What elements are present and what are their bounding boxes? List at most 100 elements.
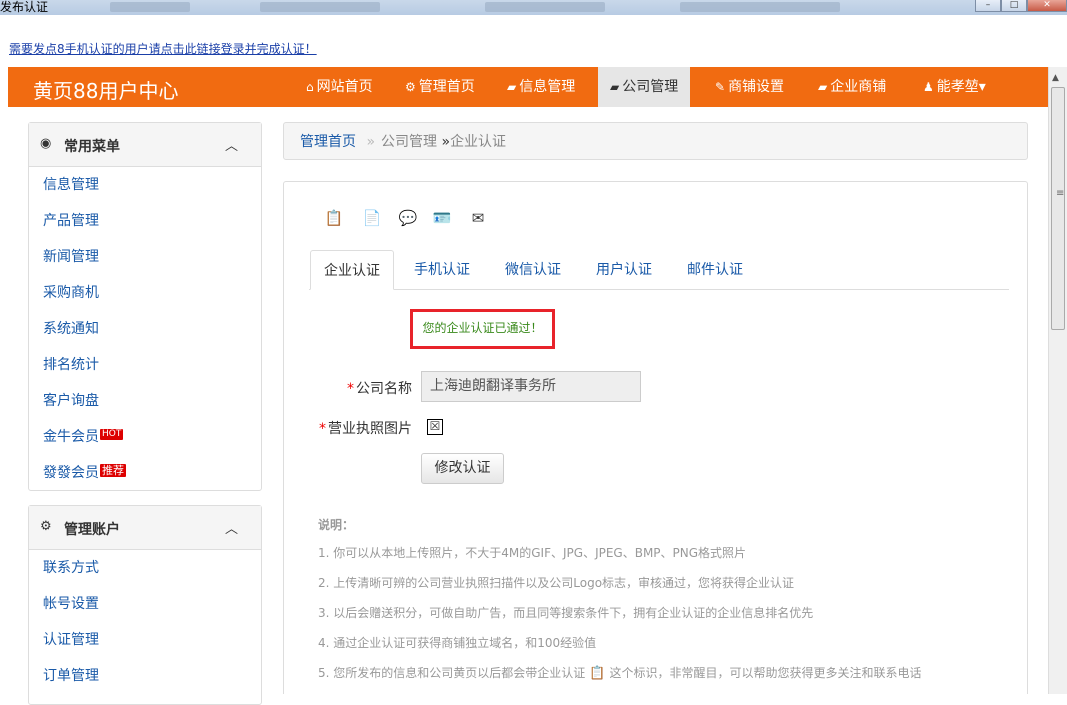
titlebar-blur	[485, 2, 605, 12]
sidebar-item-contact[interactable]: 联系方式	[29, 550, 261, 586]
wechat-cert-icon[interactable]: 💬	[396, 209, 420, 229]
sidebar-item-orders[interactable]: 订单管理	[29, 658, 261, 694]
sidebar-item-product-manage[interactable]: 产品管理	[29, 203, 261, 239]
tab-phone-cert[interactable]: 手机认证	[401, 250, 483, 290]
nav-admin-home[interactable]: ⚙ 管理首页	[405, 67, 475, 107]
note-item: 2. 上传清晰可辨的公司营业执照扫描件以及公司Logo标志，审核通过，您将获得企…	[318, 576, 795, 590]
note-text: 5. 您所发布的信息和公司黄页以后都会带企业认证	[318, 666, 586, 680]
nav-label: 信息管理	[519, 79, 576, 95]
window-titlebar: 发布认证 – □ ✕	[0, 0, 1067, 15]
breadcrumb-home[interactable]: 管理首页	[300, 134, 356, 150]
note-item: 1. 你可以从本地上传照片，不大于4M的GIF、JPG、JPEG、BMP、PNG…	[318, 546, 747, 560]
brand-title[interactable]: 黄页88用户中心	[33, 75, 178, 104]
nav-user-menu[interactable]: ♟ 能孝堃▾	[923, 67, 986, 107]
note-item: 4. 通过企业认证可获得商铺独立域名，和100经验值	[318, 636, 597, 650]
scrollbar-thumb[interactable]: ≡	[1051, 87, 1065, 330]
grip-icon: ≡	[1056, 188, 1065, 199]
maximize-button[interactable]: □	[1001, 0, 1027, 12]
tab-user-cert[interactable]: 用户认证	[583, 250, 665, 290]
home-icon: ⌂	[306, 80, 314, 94]
nav-info-manage[interactable]: ▰ 信息管理	[507, 67, 575, 107]
nav-company-manage[interactable]: ▰ 公司管理	[598, 67, 691, 107]
account-panel: ⚙ 管理账户 ︿ 联系方式 帐号设置 认证管理 订单管理	[28, 505, 262, 705]
note-text: 这个标识，非常醒目，可以帮助您获得更多关注和联系电话	[609, 666, 922, 680]
gear-icon: ⚙	[40, 519, 52, 534]
breadcrumb-current: 企业认证	[450, 134, 507, 150]
enterprise-cert-badge-icon: 📋	[589, 666, 606, 681]
breadcrumb-section[interactable]: 公司管理	[381, 134, 437, 150]
folder-icon: ▰	[818, 80, 828, 94]
sidebar-item-notifications[interactable]: 系统通知	[29, 311, 261, 347]
window-title: 发布认证	[0, 0, 49, 14]
panel-header[interactable]: ◉ 常用菜单 ︿	[29, 123, 261, 167]
nav-site-home[interactable]: ⌂ 网站首页	[306, 67, 373, 107]
page-scrollbar[interactable]: ▲ ≡	[1048, 67, 1067, 694]
titlebar-blur	[260, 2, 380, 12]
phone-auth-notice-link[interactable]: 需要发点8手机认证的用户请点击此链接登录并完成认证！	[9, 40, 317, 57]
breadcrumb-separator: »	[366, 134, 376, 150]
minimize-button[interactable]: –	[975, 0, 1001, 12]
nav-label: 企业商铺	[830, 79, 887, 95]
nav-label: 管理首页	[418, 79, 475, 95]
gear-icon: ⚙	[405, 80, 416, 94]
user-cert-icon[interactable]: 🪪	[430, 209, 454, 229]
panel-title: 管理账户	[64, 522, 120, 538]
required-marker: *	[347, 381, 354, 397]
caret-down-icon: ▾	[978, 79, 986, 95]
cert-tabs: 企业认证 手机认证 微信认证 用户认证 邮件认证	[309, 250, 1009, 290]
edit-cert-button[interactable]: 修改认证	[421, 453, 504, 484]
nav-shop-settings[interactable]: ✎ 商铺设置	[715, 67, 784, 107]
sidebar-item-purchase[interactable]: 采购商机	[29, 275, 261, 311]
tab-enterprise-cert[interactable]: 企业认证	[310, 250, 394, 290]
license-image-broken-icon[interactable]: ☒	[427, 419, 443, 435]
titlebar-blur	[680, 2, 840, 12]
menu-label: 金牛会员	[43, 429, 99, 445]
email-cert-icon[interactable]: ✉	[466, 209, 490, 229]
folder-icon: ▰	[507, 80, 517, 94]
label-text: 营业执照图片	[328, 421, 412, 437]
tab-email-cert[interactable]: 邮件认证	[674, 250, 756, 290]
close-window-button[interactable]: ✕	[1027, 0, 1067, 12]
required-marker: *	[319, 421, 326, 437]
panel-header[interactable]: ⚙ 管理账户 ︿	[29, 506, 261, 550]
recommend-badge: 推荐	[100, 464, 126, 477]
panel-title: 常用菜单	[64, 139, 120, 155]
breadcrumb-separator: »	[441, 134, 451, 150]
company-name-label: * 公司名称	[324, 378, 412, 398]
dashboard-icon: ◉	[40, 136, 52, 151]
note-item: 5. 您所发布的信息和公司黄页以后都会带企业认证 📋 这个标识，非常醒目，可以帮助您…	[318, 665, 921, 695]
phone-cert-icon[interactable]: 📄	[360, 209, 384, 229]
enterprise-cert-icon[interactable]: 📋	[322, 209, 346, 229]
cert-main-panel: 📋 📄 💬 🪪 ✉ 企业认证 手机认证 微信认证 用户认证 邮件认证 您的企业认…	[283, 181, 1028, 694]
chevron-up-icon[interactable]: ︿	[225, 518, 238, 537]
nav-label: 商铺设置	[728, 79, 785, 95]
label-text: 公司名称	[356, 381, 412, 397]
cert-status-message: 您的企业认证已通过！	[410, 309, 555, 349]
sidebar-item-account-settings[interactable]: 帐号设置	[29, 586, 261, 622]
common-menu-panel: ◉ 常用菜单 ︿ 信息管理 产品管理 新闻管理 采购商机 系统通知 排名统计 客…	[28, 122, 262, 491]
scroll-up-icon[interactable]: ▲	[1052, 73, 1059, 83]
top-navbar: 黄页88用户中心 ⌂ 网站首页 ⚙ 管理首页 ▰ 信息管理 ▰ 公司管理 ✎ 商铺设置 ▰…	[8, 67, 1048, 107]
nav-label: 网站首页	[316, 79, 373, 95]
wrench-icon: ✎	[715, 80, 726, 94]
sidebar-item-cert-manage[interactable]: 认证管理	[29, 622, 261, 658]
nav-enterprise-shop[interactable]: ▰ 企业商铺	[818, 67, 886, 107]
briefcase-icon: ▰	[610, 80, 620, 94]
hot-badge: HOT	[100, 429, 124, 440]
notes-title: 说明：	[318, 518, 355, 532]
company-name-field[interactable]: 上海迪朗翻译事务所	[421, 371, 641, 402]
note-item: 3. 以后会赠送积分，可做自助广告，而且同等搜索条件下，拥有企业认证的企业信息排…	[318, 606, 814, 620]
titlebar-blur	[110, 2, 190, 12]
cert-notes: 说明： 1. 你可以从本地上传照片，不大于4M的GIF、JPG、JPEG、BMP…	[318, 516, 921, 695]
sidebar-item-ranking[interactable]: 排名统计	[29, 347, 261, 383]
nav-label: 公司管理	[622, 79, 679, 95]
breadcrumb: 管理首页 » 公司管理 »企业认证	[283, 122, 1028, 160]
sidebar-item-news-manage[interactable]: 新闻管理	[29, 239, 261, 275]
menu-label: 發發会员	[43, 465, 99, 481]
sidebar-item-gold-member[interactable]: 金牛会员 HOT	[29, 419, 261, 455]
sidebar-item-inquiries[interactable]: 客户询盘	[29, 383, 261, 419]
sidebar-item-fafa-member[interactable]: 發發会员 推荐	[29, 455, 261, 491]
tab-wechat-cert[interactable]: 微信认证	[492, 250, 574, 290]
chevron-up-icon[interactable]: ︿	[225, 135, 238, 154]
sidebar-item-info-manage[interactable]: 信息管理	[29, 167, 261, 203]
